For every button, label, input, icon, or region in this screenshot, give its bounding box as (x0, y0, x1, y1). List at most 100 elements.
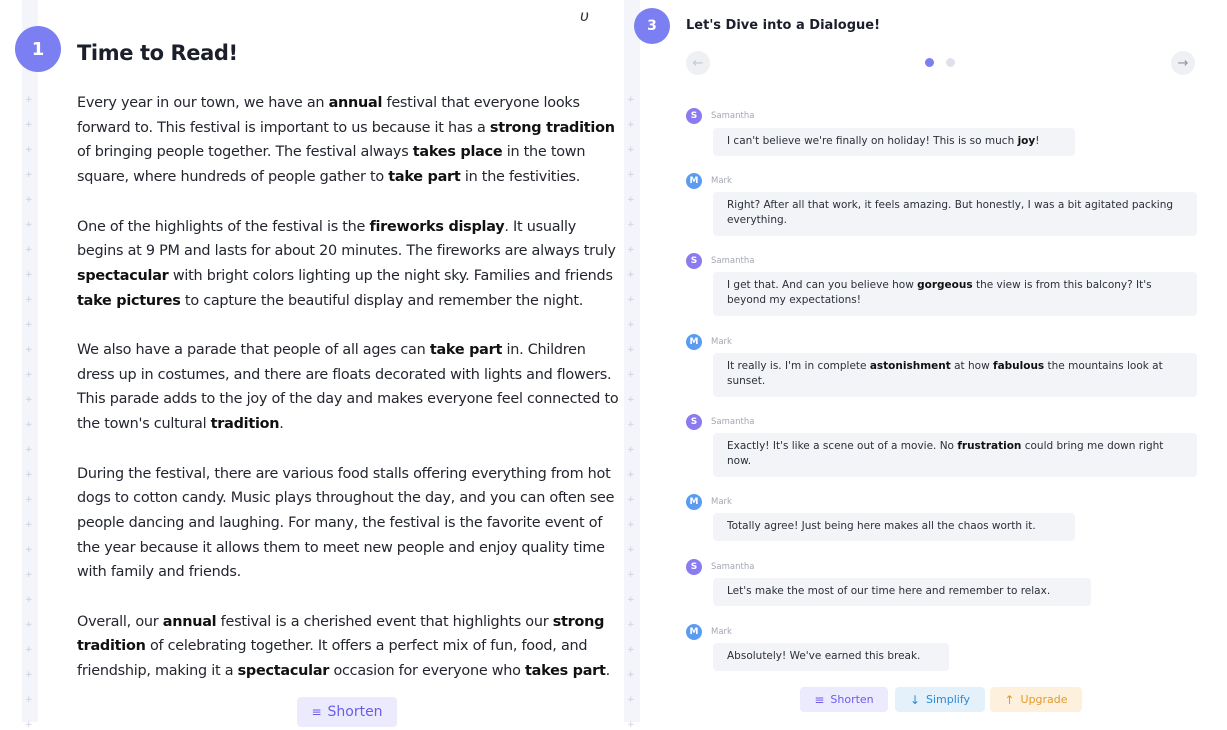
rail-plus-mark: + (627, 695, 635, 705)
avatar: M (686, 494, 702, 510)
rail-plus-mark: + (627, 320, 635, 330)
arrow-right-icon[interactable]: → (1171, 51, 1195, 75)
rail-plus-mark: + (627, 545, 635, 555)
text-run: Let's make the most of our time here and… (727, 585, 1051, 597)
rail-plus-mark: + (627, 220, 635, 230)
message-bubble: Totally agree! Just being here makes all… (713, 513, 1075, 541)
text-run: During the festival, there are various f… (77, 465, 615, 581)
text-run: Right? After all that work, it feels ama… (727, 199, 1174, 226)
arrow-down-icon: ↓ (909, 692, 920, 707)
rail-plus-mark: + (25, 695, 33, 705)
keyword: frustration (957, 440, 1022, 452)
speaker-name: Mark (711, 497, 732, 507)
pen-mark-icon: ʋ (580, 8, 589, 25)
text-run: We also have a parade that people of all… (77, 342, 430, 358)
dialogue-upgrade-button[interactable]: ↑ Upgrade (990, 687, 1082, 712)
rail-plus-mark: + (25, 670, 33, 680)
speaker-name: Mark (711, 176, 732, 186)
message-bubble: Exactly! It's like a scene out of a movi… (713, 433, 1197, 477)
prev-glyph: ← (692, 55, 704, 71)
middle-timeline-rail: + + + + + + + + + + + + + + + + + + + + + + + + + + (624, 0, 640, 730)
text-run: Absolutely! We've earned this break. (727, 650, 921, 662)
rail-plus-mark: + (627, 245, 635, 255)
message-speaker: S Samantha (686, 559, 754, 575)
rail-plus-mark: + (25, 495, 33, 505)
passage-paragraph: Overall, our annual festival is a cheris… (77, 610, 622, 684)
rail-plus-mark: + (627, 295, 635, 305)
rail-plus-mark: + (25, 420, 33, 430)
rail-plus-mark: + (627, 570, 635, 580)
message-speaker: M Mark (686, 624, 732, 640)
rail-plus-mark: + (25, 395, 33, 405)
keyword: spectacular (237, 663, 330, 680)
rail-plus-mark: + (25, 320, 33, 330)
rail-plus-mark: + (627, 145, 635, 155)
rail-plus-mark: + (627, 370, 635, 380)
rail-plus-mark: + (627, 445, 635, 455)
dialogue-shorten-button[interactable]: ≡ Shorten (800, 687, 888, 712)
rail-plus-mark: + (25, 270, 33, 280)
arrow-up-icon: ↑ (1004, 692, 1015, 707)
text-run: . (605, 663, 611, 680)
keyword: astonishment (869, 360, 951, 372)
speaker-name: Samantha (711, 562, 755, 572)
avatar: M (686, 334, 702, 350)
pager-dot[interactable] (946, 58, 955, 67)
keyword: joy (1017, 135, 1036, 147)
rail-plus-mark: + (627, 170, 635, 180)
step-number-3: 3 (647, 18, 657, 34)
avatar: S (686, 414, 702, 430)
dialogue-simplify-label: Simplify (926, 693, 971, 706)
speaker-name: Mark (711, 337, 732, 347)
rail-plus-mark: + (25, 595, 33, 605)
dialogue-upgrade-label: Upgrade (1020, 693, 1068, 706)
message-speaker: S Samantha (686, 108, 754, 124)
text-run: . (279, 416, 284, 433)
message-bubble: Right? After all that work, it feels ama… (713, 192, 1197, 236)
left-timeline-rail: + + + + + + + + + + + + + + + + + + + + + + + + + + (22, 0, 38, 730)
rail-plus-mark: + (627, 645, 635, 655)
keyword: annual (162, 613, 217, 630)
text-run: Overall, our (77, 613, 163, 630)
text-run: with bright colors lighting up the night… (168, 267, 613, 284)
passage-paragraph: During the festival, there are various f… (77, 462, 622, 586)
keyword: tradition (210, 416, 280, 433)
message-speaker: M Mark (686, 173, 732, 189)
pager-dot-active[interactable] (925, 58, 934, 67)
reading-passage: Every year in our town, we have an annua… (77, 91, 622, 709)
text-run: One of the highlights of the festival is… (77, 218, 370, 235)
message-speaker: S Samantha (686, 414, 754, 430)
speaker-name: Mark (711, 627, 732, 637)
rail-plus-mark: + (627, 270, 635, 280)
message-bubble: Absolutely! We've earned this break. (713, 643, 949, 671)
rail-plus-mark: + (627, 495, 635, 505)
speaker-name: Samantha (711, 111, 755, 121)
passage-paragraph: We also have a parade that people of all… (77, 338, 622, 437)
keyword: take pictures (77, 292, 181, 309)
text-run: in the festivities. (460, 169, 581, 186)
rail-plus-mark: + (25, 195, 33, 205)
rail-plus-mark: + (25, 220, 33, 230)
arrow-left-icon[interactable]: ← (686, 51, 710, 75)
step-number-badge-3: 3 (634, 8, 670, 44)
rail-plus-mark: + (25, 245, 33, 255)
text-run: It really is. I'm in complete (727, 360, 870, 372)
rail-plus-mark: + (25, 620, 33, 630)
keyword: takes place (412, 144, 503, 161)
avatar: S (686, 108, 702, 124)
rail-plus-mark: + (627, 120, 635, 130)
keyword: takes part (525, 663, 606, 680)
shorten-button[interactable]: ≡ Shorten (297, 697, 397, 727)
message-speaker: M Mark (686, 494, 732, 510)
next-glyph: → (1177, 55, 1189, 71)
rail-plus-mark: + (25, 445, 33, 455)
rail-plus-mark: + (627, 345, 635, 355)
rail-plus-mark: + (25, 145, 33, 155)
rail-plus-mark: + (627, 195, 635, 205)
rail-plus-mark: + (25, 645, 33, 655)
keyword: spectacular (77, 267, 169, 284)
dialogue-simplify-button[interactable]: ↓ Simplify (895, 687, 985, 712)
text-run: ! (1035, 135, 1040, 147)
text-run: at how (950, 360, 993, 372)
keyword: fabulous (993, 360, 1045, 372)
